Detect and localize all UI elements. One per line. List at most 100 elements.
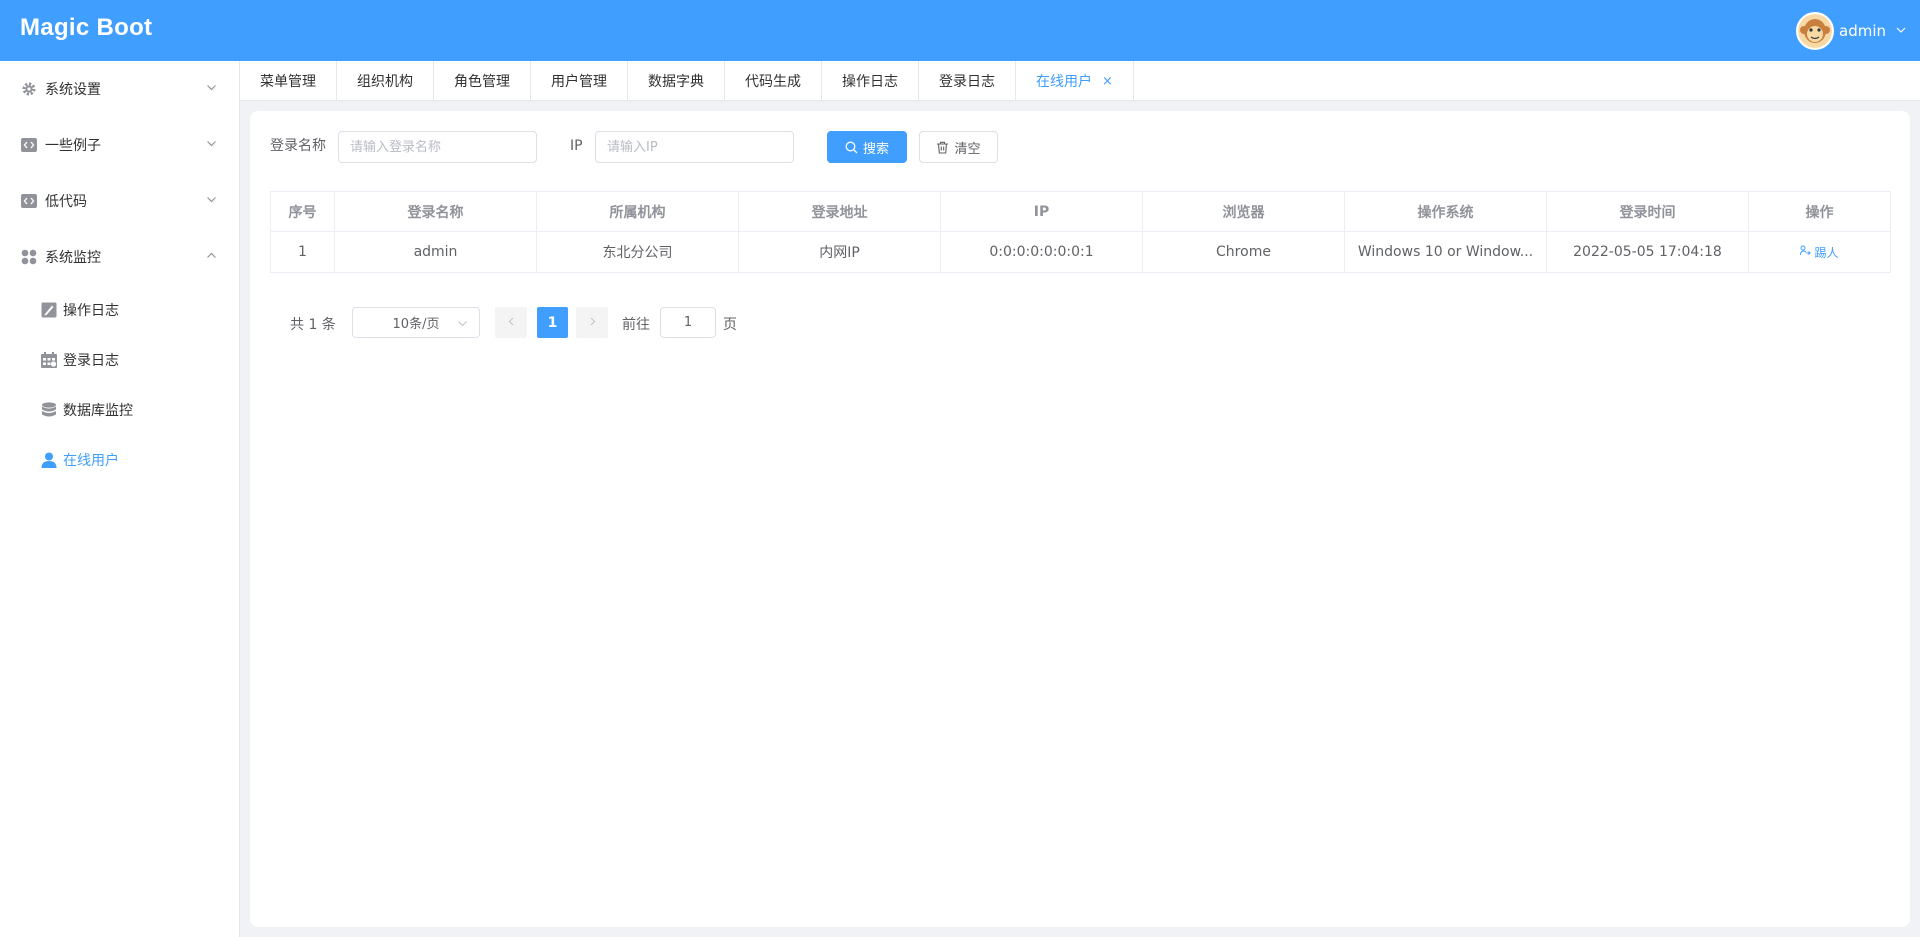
code-icon <box>20 136 38 154</box>
table-cell: 1 <box>270 231 335 273</box>
tab-label: 用户管理 <box>551 74 607 90</box>
column-header: 操作 <box>1748 191 1891 232</box>
database-icon <box>40 401 58 419</box>
chevron-down-icon <box>206 194 217 209</box>
table-cell: 0:0:0:0:0:0:0:1 <box>940 231 1143 273</box>
app-logo[interactable]: Magic Boot <box>20 14 152 42</box>
sidebar-subitem-database-monitor[interactable]: 数据库监控 <box>0 385 239 435</box>
grid-icon <box>20 248 38 266</box>
sidebar-item-label: 系统监控 <box>45 250 101 266</box>
goto-label: 前往 <box>622 317 650 333</box>
sidebar-item-system-settings[interactable]: 系统设置 <box>0 61 239 117</box>
table-cell: 东北分公司 <box>536 231 739 273</box>
sidebar-item-label: 数据库监控 <box>63 403 133 419</box>
login-name-label: 登录名称 <box>270 138 326 154</box>
tab-login-log[interactable]: 登录日志 <box>919 61 1016 101</box>
clear-button-label: 清空 <box>954 141 981 157</box>
table-cell: 踢人 <box>1748 231 1891 273</box>
tab-label: 操作日志 <box>842 74 898 90</box>
chevron-down-icon <box>206 82 217 97</box>
sidebar-item-label: 操作日志 <box>63 303 119 319</box>
tab-label: 数据字典 <box>648 74 704 90</box>
sidebar-subitem-operation-log[interactable]: 操作日志 <box>0 285 239 335</box>
sidebar-subitem-login-log[interactable]: 登录日志 <box>0 335 239 385</box>
sidebar-item-label: 在线用户 <box>63 453 119 469</box>
table-row: 1 admin 东北分公司 内网IP 0:0:0:0:0:0:0:1 Chrom… <box>270 231 1891 273</box>
tab-organization[interactable]: 组织机构 <box>337 61 434 101</box>
code-icon <box>20 192 38 210</box>
kick-user-link[interactable]: 踢人 <box>1800 244 1839 261</box>
tab-menu-management[interactable]: 菜单管理 <box>240 61 337 101</box>
sidebar-item-label: 一些例子 <box>45 138 101 154</box>
prev-page-button[interactable] <box>495 307 527 338</box>
column-header: IP <box>940 191 1143 232</box>
search-button[interactable]: 搜索 <box>827 131 907 163</box>
trash-icon <box>936 141 949 154</box>
column-header: 浏览器 <box>1142 191 1345 232</box>
clear-button[interactable]: 清空 <box>919 131 998 163</box>
chevron-down-icon[interactable] <box>1896 24 1906 39</box>
sidebar-item-low-code[interactable]: 低代码 <box>0 173 239 229</box>
search-icon <box>845 141 858 154</box>
edit-log-icon <box>40 301 58 319</box>
table-header-row: 序号 登录名称 所属机构 登录地址 IP 浏览器 操作系统 登录时间 操作 <box>270 191 1891 232</box>
chevron-up-icon <box>206 250 217 265</box>
search-button-label: 搜索 <box>862 141 889 157</box>
user-name[interactable]: admin <box>1839 22 1886 40</box>
tab-online-users[interactable]: 在线用户 × <box>1016 61 1134 101</box>
sidebar-item-label: 系统设置 <box>45 82 101 98</box>
table-cell: Chrome <box>1142 231 1345 273</box>
sidebar-item-system-monitor[interactable]: 系统监控 <box>0 229 239 285</box>
tab-operation-log[interactable]: 操作日志 <box>822 61 919 101</box>
ip-input[interactable] <box>595 131 794 163</box>
tab-label: 组织机构 <box>357 74 413 90</box>
tab-label: 登录日志 <box>939 74 995 90</box>
sidebar-item-label: 登录日志 <box>63 353 119 369</box>
sidebar-item-label: 低代码 <box>45 194 87 210</box>
tab-code-generation[interactable]: 代码生成 <box>725 61 822 101</box>
table-cell: admin <box>334 231 537 273</box>
tab-label: 菜单管理 <box>260 74 316 90</box>
user-menu[interactable]: admin <box>1796 11 1906 51</box>
sidebar-subitem-online-users[interactable]: 在线用户 <box>0 435 239 485</box>
column-header: 序号 <box>270 191 335 232</box>
table-cell: 内网IP <box>738 231 941 273</box>
calendar-icon <box>40 351 58 369</box>
tab-label: 角色管理 <box>454 74 510 90</box>
close-icon[interactable]: × <box>1102 74 1113 89</box>
tab-user-management[interactable]: 用户管理 <box>531 61 628 101</box>
column-header: 登录地址 <box>738 191 941 232</box>
kick-icon <box>1800 245 1814 259</box>
gear-icon <box>20 80 38 98</box>
sidebar-item-examples[interactable]: 一些例子 <box>0 117 239 173</box>
goto-page-input[interactable] <box>660 307 716 338</box>
table-cell: 2022-05-05 17:04:18 <box>1546 231 1749 273</box>
table-cell: Windows 10 or Window... <box>1344 231 1547 273</box>
column-header: 操作系统 <box>1344 191 1547 232</box>
chevron-down-icon <box>457 318 468 333</box>
page-size-value: 10条/页 <box>392 317 440 332</box>
avatar[interactable] <box>1796 12 1834 50</box>
kick-label: 踢人 <box>1814 245 1839 260</box>
user-icon <box>40 451 58 469</box>
app-header: Magic Boot admin <box>0 0 1920 61</box>
tab-role-management[interactable]: 角色管理 <box>434 61 531 101</box>
tab-label: 代码生成 <box>745 74 801 90</box>
page-size-select[interactable]: 10条/页 <box>352 307 480 338</box>
page-number-current[interactable]: 1 <box>537 307 568 338</box>
next-page-button[interactable] <box>576 307 608 338</box>
online-users-table: 序号 登录名称 所属机构 登录地址 IP 浏览器 操作系统 登录时间 操作 1 … <box>270 191 1891 273</box>
tab-label: 在线用户 <box>1036 74 1092 90</box>
tab-data-dictionary[interactable]: 数据字典 <box>628 61 725 101</box>
chevron-down-icon <box>206 138 217 153</box>
ip-label: IP <box>570 138 583 154</box>
pagination-total: 共 1 条 <box>290 317 336 333</box>
column-header: 所属机构 <box>536 191 739 232</box>
chevron-left-icon <box>507 315 516 330</box>
page-unit-label: 页 <box>723 317 737 333</box>
chevron-right-icon <box>588 315 597 330</box>
column-header: 登录名称 <box>334 191 537 232</box>
login-name-input[interactable] <box>338 131 537 163</box>
column-header: 登录时间 <box>1546 191 1749 232</box>
tab-bar: 菜单管理 组织机构 角色管理 用户管理 数据字典 代码生成 操作日志 登录日志 … <box>240 61 1920 101</box>
